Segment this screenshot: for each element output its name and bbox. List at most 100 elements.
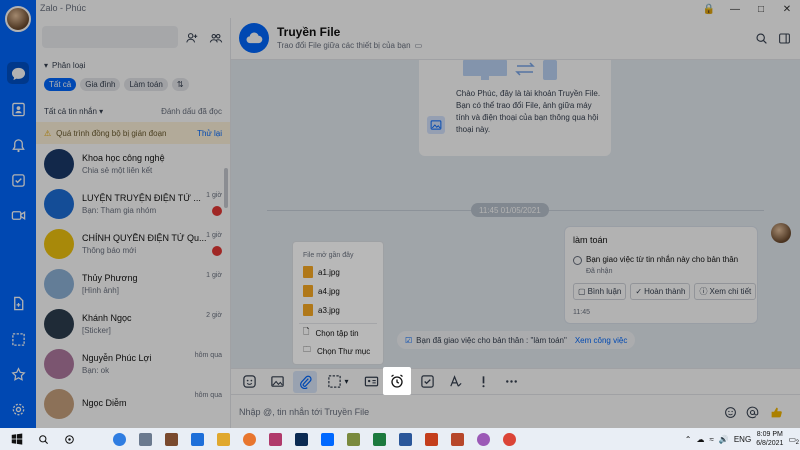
conversation-item[interactable]: Khoa học công nghệ Chia sẻ một liên kết: [36, 144, 230, 184]
bell-icon[interactable]: [7, 134, 29, 156]
conversation-item[interactable]: Ngọc Diễm hôm qua: [36, 384, 230, 424]
taskbar-app-icon[interactable]: [420, 428, 442, 450]
chip-settings-icon[interactable]: ⇅: [171, 77, 189, 91]
windows-start-icon[interactable]: [6, 428, 28, 450]
taskbar-app-icon[interactable]: [264, 428, 286, 450]
conversation-item[interactable]: Khánh Ngọc [Sticker] 2 giờ: [36, 304, 230, 344]
devices-illustration-icon: [463, 60, 557, 80]
avatar[interactable]: [5, 6, 31, 32]
conversation-name: CHÍNH QUYỀN ĐIỆN TỬ Qu...: [82, 233, 207, 243]
conversation-preview: Bạn: ok: [82, 366, 110, 375]
taskbar-app-icon[interactable]: [472, 428, 494, 450]
emoji-icon[interactable]: [723, 405, 737, 419]
retry-link[interactable]: Thử lại: [197, 129, 222, 138]
scrollbar[interactable]: [224, 168, 228, 208]
format-text-button[interactable]: [443, 371, 467, 393]
task-description: Bạn giao việc từ tin nhắn này cho bản th…: [586, 255, 739, 264]
conversation-item[interactable]: CHÍNH QUYỀN ĐIỆN TỬ Qu... Thông báo mới 1 …: [36, 224, 230, 264]
recent-file-item[interactable]: a4.jpg: [303, 283, 340, 299]
notification-icon[interactable]: ▭ 2: [788, 435, 799, 446]
recent-file-item[interactable]: a3.jpg: [303, 302, 340, 318]
attach-file-button[interactable]: [293, 370, 317, 393]
create-group-icon[interactable]: [208, 30, 224, 46]
taskbar-app-icon[interactable]: [108, 428, 130, 450]
cloud-icon[interactable]: ☁: [696, 435, 704, 444]
image-button[interactable]: [265, 371, 289, 393]
wifi-icon[interactable]: ≈: [709, 435, 713, 444]
category-header[interactable]: ▾ Phân loại: [36, 56, 230, 74]
taskbar-app-icon[interactable]: [186, 428, 208, 450]
search-icon[interactable]: [32, 428, 54, 450]
view-details-button[interactable]: ⓘ Xem chi tiết: [694, 283, 757, 300]
task-view-icon[interactable]: [58, 428, 80, 450]
chevron-down-icon[interactable]: ▾: [344, 377, 348, 386]
taskbar-app-icon[interactable]: [394, 428, 416, 450]
minimize-button[interactable]: —: [722, 0, 748, 18]
task-checkbox[interactable]: [573, 256, 582, 265]
search-input[interactable]: [42, 26, 178, 48]
mark-read-link[interactable]: Đánh dấu đã đọc: [161, 107, 222, 116]
tag-icon[interactable]: ▭: [415, 41, 423, 50]
conversation-item[interactable]: LUYỆN TRUYỆN ĐIỆN TỬ ... Bạn: Tham gia nh…: [36, 184, 230, 224]
conversation-name: Thủy Phương: [82, 273, 138, 283]
search-icon[interactable]: [753, 30, 769, 46]
chip-math[interactable]: Làm toán: [124, 77, 168, 91]
video-icon[interactable]: [7, 204, 29, 226]
taskbar-app-icon[interactable]: [212, 428, 234, 450]
taskbar-app-icon[interactable]: [368, 428, 390, 450]
star-icon[interactable]: [7, 363, 29, 385]
avatar[interactable]: [771, 223, 791, 243]
taskbar-app-icon[interactable]: [238, 428, 260, 450]
more-button[interactable]: [499, 371, 523, 393]
maximize-button[interactable]: □: [748, 0, 774, 18]
chat-icon[interactable]: [7, 62, 29, 84]
conversation-item[interactable]: Nguyễn Phúc Lợi Bạn: ok hôm qua: [36, 344, 230, 384]
mention-icon[interactable]: [745, 405, 759, 419]
business-card-button[interactable]: [359, 371, 383, 393]
recent-file-item[interactable]: a1.jpg: [303, 264, 340, 280]
lock-icon[interactable]: 🔒: [696, 0, 722, 18]
screenshot-button[interactable]: ▾: [321, 371, 355, 393]
message-input-row: [231, 394, 800, 428]
complete-label: Hoàn thành: [644, 287, 686, 296]
unread-badge: [212, 246, 222, 256]
assign-task-button[interactable]: [415, 371, 439, 393]
choose-file-item[interactable]: 🗋 Chọn tập tin: [303, 325, 359, 341]
language-indicator[interactable]: ENG: [734, 435, 751, 444]
taskbar-app-icon[interactable]: [498, 428, 520, 450]
conversation-text: CHÍNH QUYỀN ĐIỆN TỬ Qu... Thông báo mới: [82, 233, 222, 255]
choose-folder-item[interactable]: 🗀 Chọn Thư mục: [303, 343, 370, 359]
taskbar-app-icon[interactable]: [290, 428, 312, 450]
taskbar-app-icon[interactable]: [342, 428, 364, 450]
clock[interactable]: 8:09 PM 6/8/2021: [756, 430, 783, 448]
comment-button[interactable]: ▢ Bình luận: [573, 283, 627, 300]
chip-family[interactable]: Gia đình: [80, 77, 121, 91]
message-input[interactable]: [239, 404, 709, 420]
info-panel-icon[interactable]: [776, 30, 792, 46]
sync-banner: ⚠ Quá trình đồng bộ bị gián đoạn Thử lại: [36, 122, 230, 144]
screenshot-icon[interactable]: [7, 328, 29, 350]
sticker-button[interactable]: [237, 371, 261, 393]
contacts-icon[interactable]: [7, 98, 29, 120]
urgent-button[interactable]: [471, 371, 495, 393]
thumbs-up-icon[interactable]: [769, 405, 783, 419]
taskbar-app-icon[interactable]: [134, 428, 156, 450]
settings-icon[interactable]: [7, 398, 29, 420]
volume-icon[interactable]: 🔊: [719, 435, 729, 444]
taskbar-app-icon[interactable]: [160, 428, 182, 450]
taskbar-app-icon[interactable]: [446, 428, 468, 450]
close-button[interactable]: ✕: [774, 0, 800, 18]
add-friend-icon[interactable]: [184, 30, 200, 46]
avatar: [44, 229, 74, 259]
cloud-file-icon[interactable]: [7, 292, 29, 314]
conversation-item[interactable]: Thủy Phương [Hình ảnh] 1 giờ: [36, 264, 230, 304]
cloud-icon[interactable]: [239, 23, 269, 53]
complete-button[interactable]: ✓ Hoàn thành: [630, 283, 691, 300]
view-task-link[interactable]: Xem công việc: [575, 336, 627, 345]
filter-dropdown[interactable]: Tất cả tin nhắn ▾: [44, 107, 103, 116]
todo-icon[interactable]: [7, 169, 29, 191]
chip-all[interactable]: Tất cả: [44, 77, 77, 91]
tray-chevron-icon[interactable]: ⌃: [685, 435, 692, 444]
reminder-spotlight-button[interactable]: [383, 367, 411, 395]
taskbar-app-icon[interactable]: [316, 428, 338, 450]
